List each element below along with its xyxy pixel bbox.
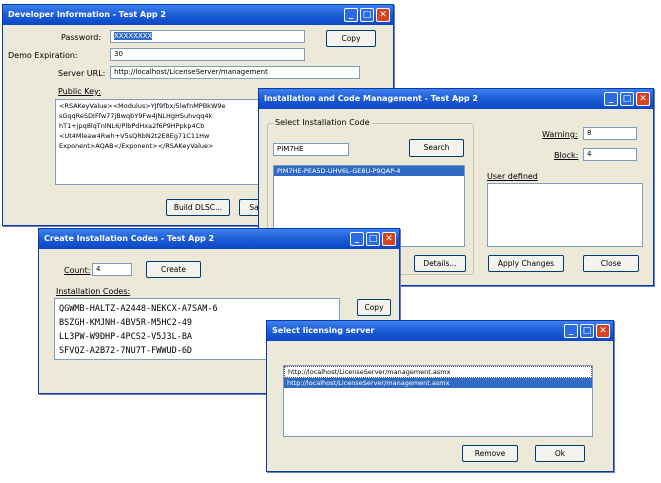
minimize-icon[interactable]: _ bbox=[564, 324, 578, 338]
ok-button[interactable]: Ok bbox=[535, 445, 585, 462]
server-url-label: Server URL: bbox=[58, 69, 106, 78]
installation-code-line: QGWMB-HALTZ-A2448-NEKCX-A7SAM-6 bbox=[59, 304, 218, 314]
minimize-icon[interactable]: _ bbox=[604, 92, 618, 106]
copy-button[interactable]: Copy bbox=[357, 299, 391, 316]
count-field[interactable]: 4 bbox=[92, 263, 132, 276]
minimize-icon[interactable]: _ bbox=[344, 8, 358, 22]
close-icon[interactable]: ✕ bbox=[636, 92, 650, 106]
close-button[interactable]: Close bbox=[583, 255, 639, 272]
titlebar: Create Installation Codes - Test App 2 _… bbox=[39, 229, 399, 249]
window-title: Select licensing server bbox=[272, 326, 375, 335]
search-button[interactable]: Search bbox=[409, 139, 464, 157]
window-title: Developer Information - Test App 2 bbox=[8, 10, 166, 19]
warning-label: Warning: bbox=[542, 130, 578, 139]
apply-changes-button[interactable]: Apply Changes bbox=[488, 255, 564, 272]
search-input[interactable]: PIM7HE bbox=[273, 143, 349, 156]
close-icon[interactable]: ✕ bbox=[596, 324, 610, 338]
count-label: Count: bbox=[64, 266, 91, 275]
select-installation-code-label: Select Installation Code bbox=[273, 118, 372, 127]
copy-button[interactable]: Copy bbox=[326, 30, 376, 47]
build-dlsc-button[interactable]: Build DLSC... bbox=[166, 199, 230, 216]
titlebar: Installation and Code Management - Test … bbox=[259, 89, 653, 109]
password-label: Password: bbox=[61, 33, 102, 42]
close-icon[interactable]: ✕ bbox=[382, 232, 396, 246]
installation-codes-label: Installation Codes: bbox=[56, 287, 131, 296]
titlebar: Developer Information - Test App 2 _ □ ✕ bbox=[3, 5, 393, 25]
close-icon[interactable]: ✕ bbox=[376, 8, 390, 22]
create-button[interactable]: Create bbox=[146, 261, 201, 278]
demo-expiration-field[interactable]: 30 bbox=[110, 48, 305, 61]
block-label: Block: bbox=[554, 151, 579, 160]
block-field[interactable]: 4 bbox=[583, 148, 637, 161]
licensing-server-list[interactable]: http://localhost/LicenseServer/managemen… bbox=[283, 365, 593, 437]
remove-button[interactable]: Remove bbox=[462, 445, 518, 462]
window-title: Installation and Code Management - Test … bbox=[264, 94, 478, 103]
window-title: Create Installation Codes - Test App 2 bbox=[44, 234, 215, 243]
details-button[interactable]: Details... bbox=[414, 255, 466, 272]
titlebar: Select licensing server _ □ ✕ bbox=[267, 321, 613, 341]
warning-field[interactable]: 8 bbox=[583, 127, 637, 140]
maximize-icon[interactable]: □ bbox=[620, 92, 634, 106]
list-item[interactable]: PIM7HE-PEA5D-UHV6L-GE8U-P9QAP-4 bbox=[274, 166, 464, 176]
maximize-icon[interactable]: □ bbox=[360, 8, 374, 22]
password-value: XXXXXXXX bbox=[114, 32, 153, 40]
user-defined-textarea[interactable] bbox=[487, 183, 643, 247]
select-licensing-server-window: Select licensing server _ □ ✕ http://loc… bbox=[266, 320, 614, 472]
minimize-icon[interactable]: _ bbox=[350, 232, 364, 246]
password-field[interactable]: XXXXXXXX bbox=[110, 30, 305, 43]
maximize-icon[interactable]: □ bbox=[366, 232, 380, 246]
list-item[interactable]: http://localhost/LicenseServer/managemen… bbox=[284, 366, 592, 378]
list-item[interactable]: http://localhost/LicenseServer/managemen… bbox=[284, 378, 592, 388]
public-key-label: Public Key: bbox=[58, 87, 101, 96]
maximize-icon[interactable]: □ bbox=[580, 324, 594, 338]
user-defined-label: User defined bbox=[487, 172, 538, 181]
server-url-field[interactable]: http://localhost/LicenseServer/managemen… bbox=[110, 66, 360, 79]
demo-expiration-label: Demo Expiration: bbox=[8, 51, 78, 60]
